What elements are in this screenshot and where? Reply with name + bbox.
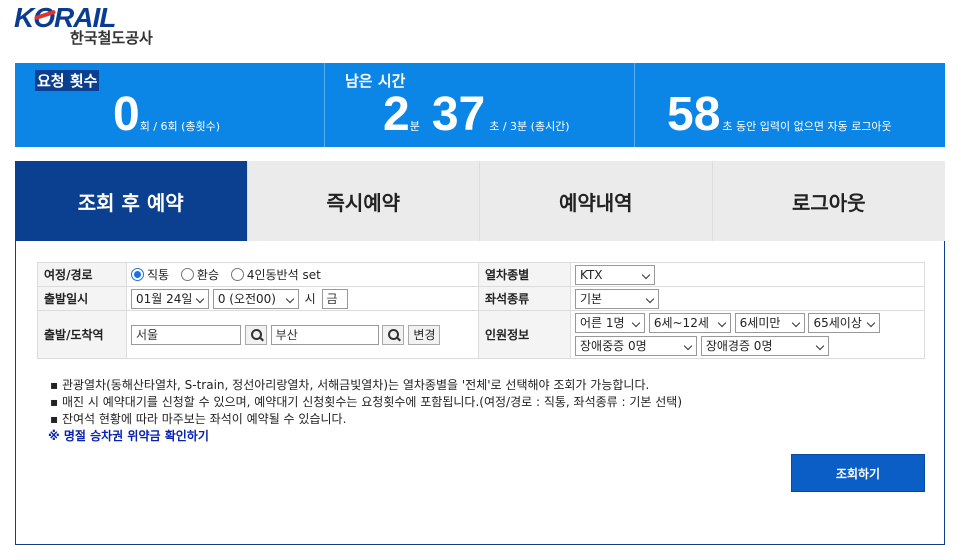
route-transfer-radio[interactable] [180,268,194,281]
hour-suffix: 시 [304,292,316,306]
route-group-seat-radio[interactable] [230,268,244,281]
tab-search-reserve[interactable]: 조회 후 예약 [15,161,248,241]
remaining-minutes-unit: 분 [409,120,420,133]
route-label: 여정/경로 [37,262,127,287]
logo-letter-k: K [14,2,34,33]
request-count-title: 요청 횟수 [35,70,100,91]
child-count-select[interactable]: 6세~12세 [648,313,731,333]
session-info-banner: 요청 횟수 0 회 / 6회 (총횟수) 남은 시간 2 분 37 초 / 3분… [15,63,945,147]
departure-search-icon[interactable] [244,324,267,345]
route-transfer-label: 환승 [196,268,220,282]
tab-instant-reserve[interactable]: 즉시예약 [248,161,480,241]
seat-type-select[interactable]: 기본 [575,288,659,309]
train-type-cell: KTX [570,262,925,287]
route-direct-radio[interactable] [131,268,144,281]
departure-station-input[interactable]: 서울 [131,324,241,345]
swap-stations-button[interactable]: 변경 [408,324,441,345]
passengers-label: 인원정보 [478,310,571,359]
arrival-search-icon[interactable] [382,324,405,345]
request-count-value: 0 [113,88,140,141]
idle-seconds-value: 58 [667,88,721,141]
request-count-panel: 요청 횟수 0 회 / 6회 (총횟수) [15,63,325,147]
route-direct-label: 직통 [147,268,170,282]
stations-cell: 서울 부산 변경 [126,310,479,359]
tab-reservation-history[interactable]: 예약내역 [480,161,713,241]
search-form: 여정/경로 직통 환승 4인동반석 set 열차종별 KTX 출발일시 01월 … [37,262,925,359]
route-options: 직통 환승 4인동반석 set [126,262,479,287]
departure-date-select[interactable]: 01월 24일 [131,288,209,309]
severe-disabled-select[interactable]: 장애중증 0명 [575,336,697,356]
notice-item: ▪ 잔여석 현황에 따라 마주보는 좌석이 예약될 수 있습니다. [50,412,347,426]
seat-type-label: 좌석종류 [478,286,571,311]
train-type-select[interactable]: KTX [575,264,655,285]
tab-logout[interactable]: 로그아웃 [713,161,946,241]
idle-timeout-text: 초 동안 입력이 없으면 자동 로그아웃 [722,120,892,133]
passengers-cell: 어른 1명 6세~12세 6세미만 65세이상 장애중증 0명 장애경증 0명 [570,310,925,359]
seat-type-cell: 기본 [570,286,925,311]
departure-date-cell: 01월 24일 0 (오전00) 시 금 [126,286,479,311]
remaining-seconds-unit: 초 / 3분 (총시간) [489,120,570,133]
route-group-seat-label: 4인동반석 set [246,268,321,282]
notice-item: ▪ 매진 시 예약대기를 신청할 수 있으며, 예약대기 신청횟수는 요청횟수에… [50,395,683,409]
idle-timeout-panel: 58 초 동안 입력이 없으면 자동 로그아웃 [635,63,945,147]
departure-date-label: 출발일시 [37,286,127,311]
korail-logo: KORAIL 한국철도공사 [14,2,174,50]
remaining-seconds-value: 37 [431,88,486,141]
departure-hour-select[interactable]: 0 (오전00) [212,288,299,309]
stations-label: 출발/도착역 [37,310,127,359]
weekday-field[interactable]: 금 [321,288,348,309]
logo-subtitle: 한국철도공사 [70,29,153,47]
logo-letter-o: O [33,2,55,33]
request-count-unit: 회 / 6회 (총횟수) [139,120,221,133]
notice-item: ▪ 관광열차(동해산타열차, S-train, 정선아리랑열차, 서해금빛열차)… [50,378,650,392]
search-submit-button[interactable]: 조회하기 [791,454,925,492]
remaining-minutes-value: 2 [383,88,410,141]
senior-count-select[interactable]: 65세이상 [808,313,881,333]
infant-count-select[interactable]: 6세미만 [734,313,805,333]
arrival-station-input[interactable]: 부산 [270,324,379,345]
notice-list: ▪ 관광열차(동해산타열차, S-train, 정선아리랑열차, 서해금빛열차)… [48,377,683,445]
adult-count-select[interactable]: 어른 1명 [575,313,645,333]
main-tabs: 조회 후 예약 즉시예약 예약내역 로그아웃 [15,161,945,241]
train-type-label: 열차종별 [478,262,571,287]
mild-disabled-select[interactable]: 장애경증 0명 [700,336,829,356]
search-panel: 여정/경로 직통 환승 4인동반석 set 열차종별 KTX 출발일시 01월 … [15,241,945,545]
remaining-time-panel: 남은 시간 2 분 37 초 / 3분 (총시간) [325,63,635,147]
holiday-refund-link[interactable]: ※ 명절 승차권 위약금 확인하기 [48,428,682,445]
